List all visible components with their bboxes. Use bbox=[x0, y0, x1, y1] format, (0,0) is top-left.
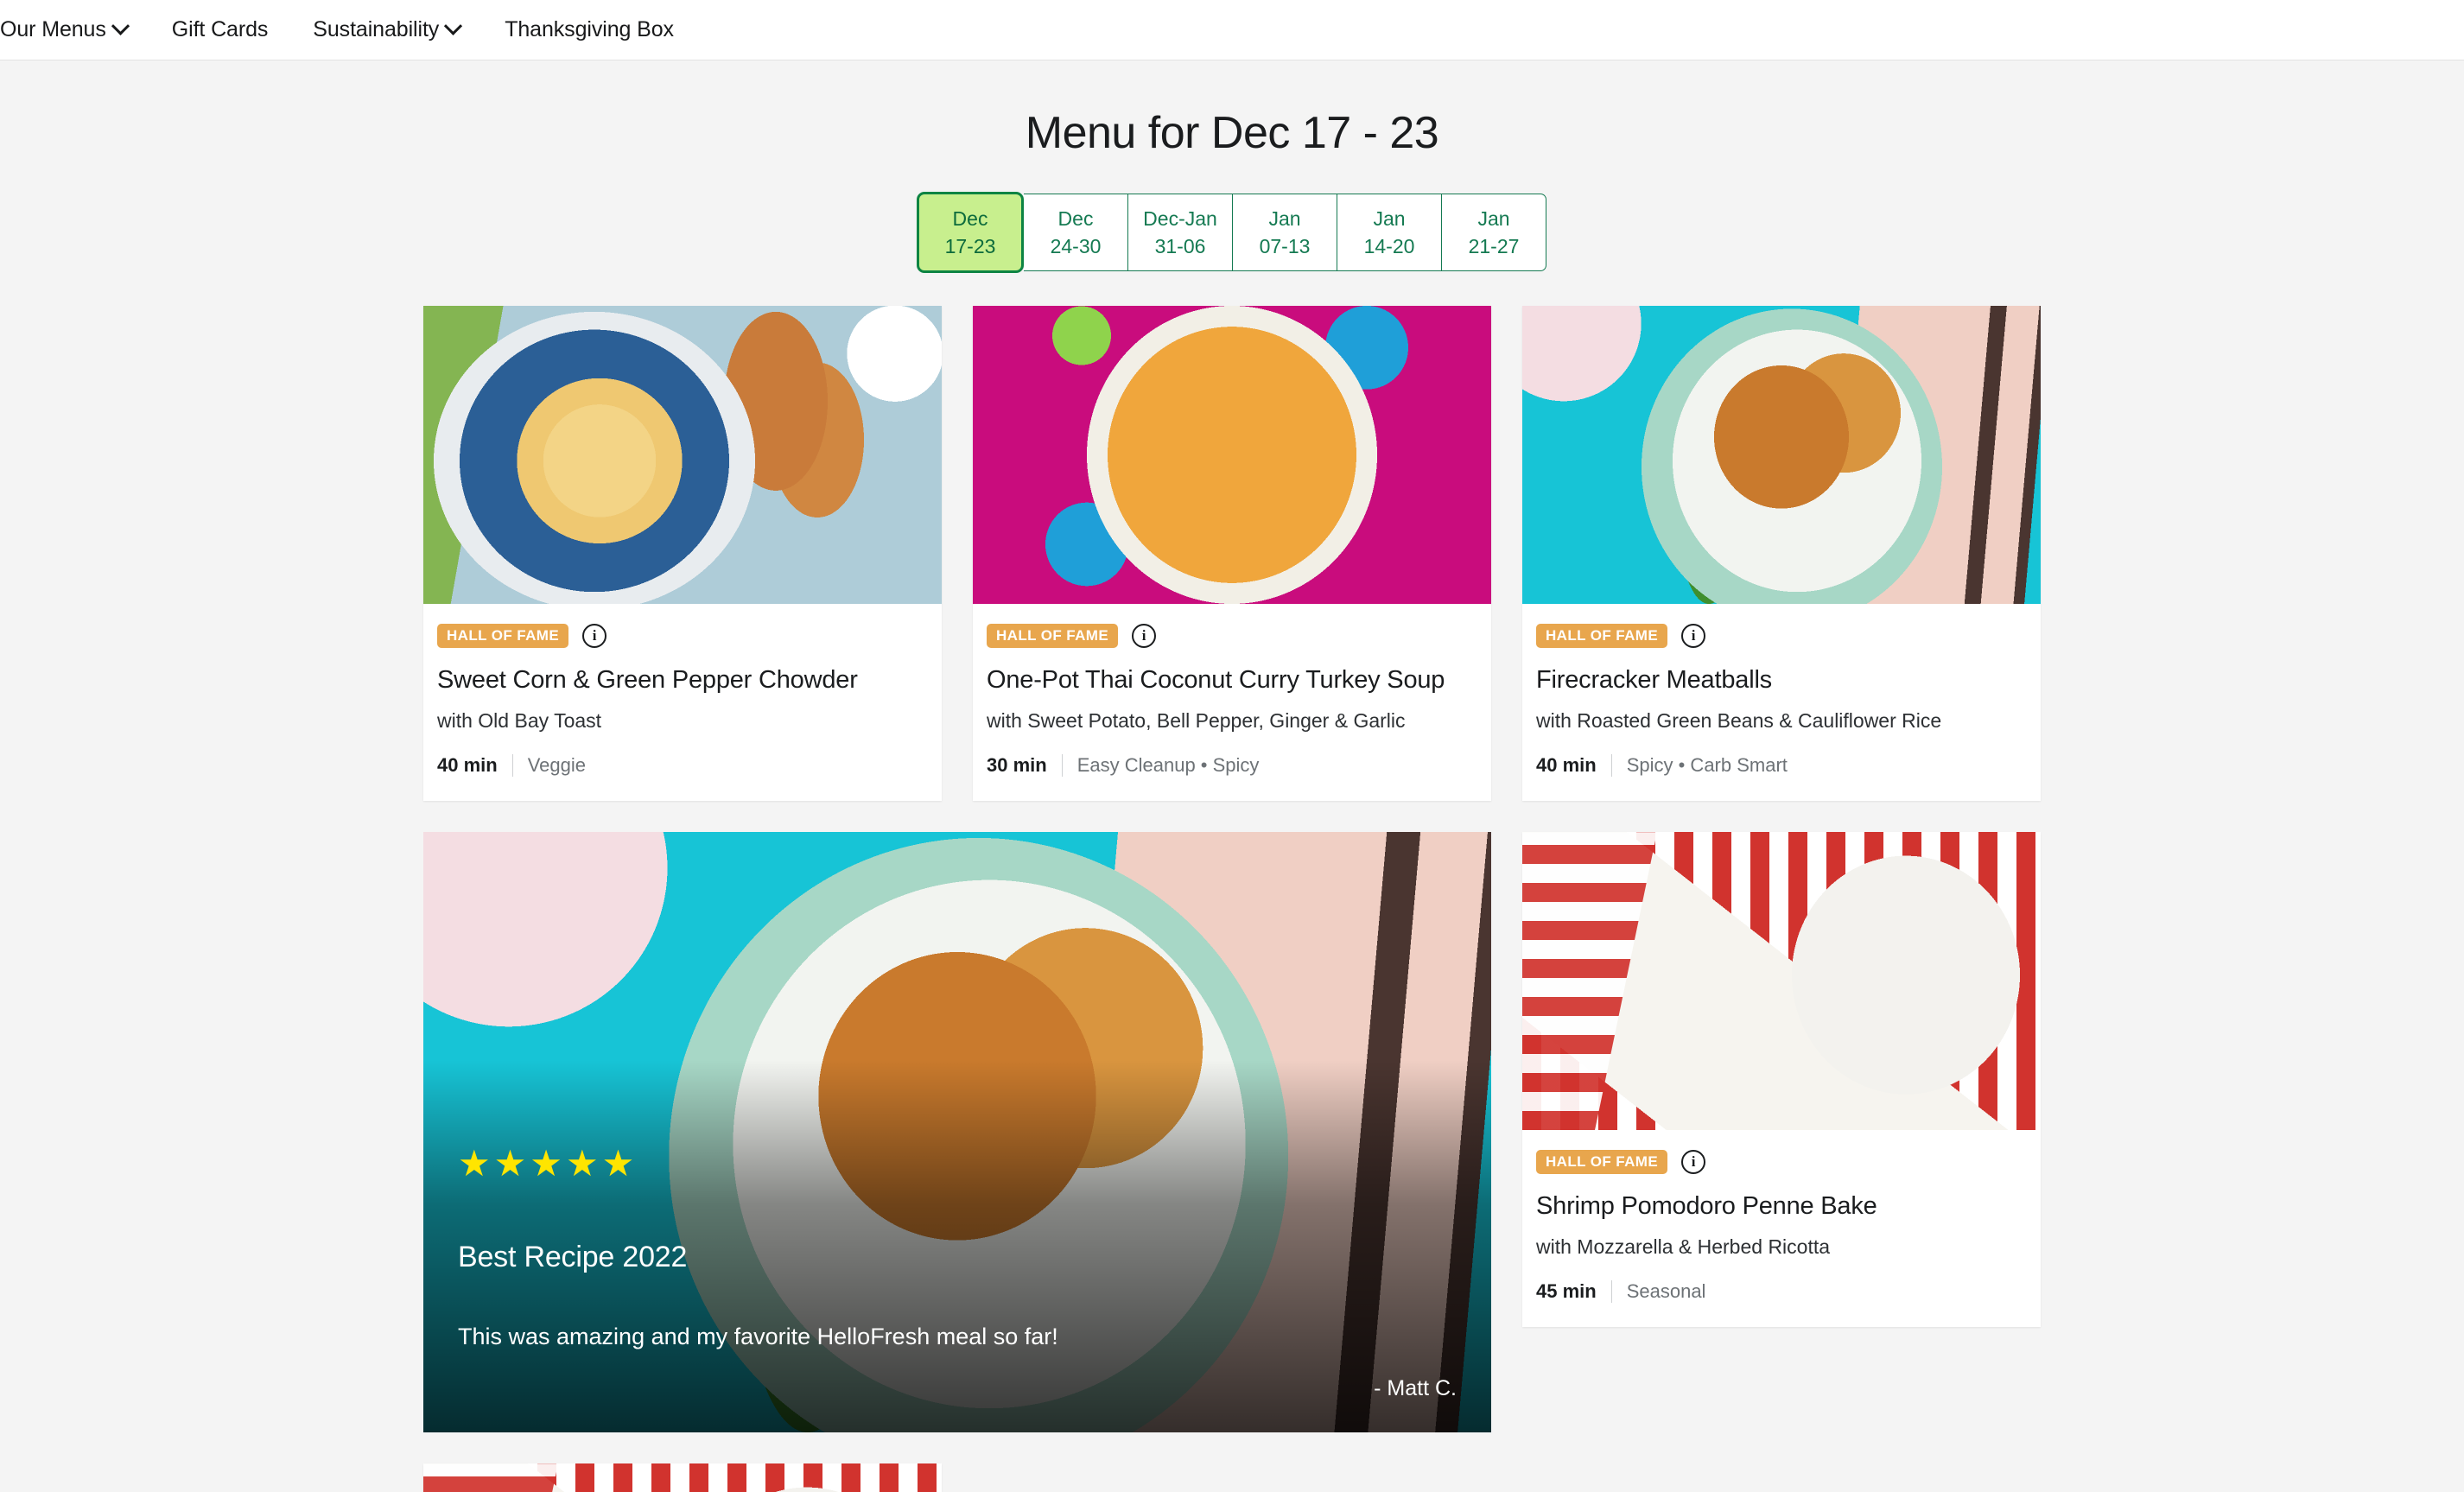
testimonial-quote: This was amazing and my favorite HelloFr… bbox=[458, 1323, 1457, 1350]
page-header: Menu for Dec 17 - 23 bbox=[0, 60, 2464, 158]
recipe-card[interactable]: HALL OF FAME i Sweet Corn & Green Pepper… bbox=[423, 306, 942, 801]
recipe-meta: 45 min Seasonal bbox=[1536, 1280, 1705, 1303]
week-tab-month: Jan bbox=[1373, 209, 1405, 229]
recipe-grid: HALL OF FAME i Sweet Corn & Green Pepper… bbox=[423, 271, 2041, 1492]
status-badge: HALL OF FAME bbox=[987, 624, 1118, 648]
meta-divider bbox=[1611, 1280, 1612, 1303]
nav-items: Our Menus Gift Cards Sustainability Than… bbox=[0, 17, 696, 42]
badge-row: HALL OF FAME i bbox=[987, 623, 1477, 649]
recipe-tags: Spicy • Carb Smart bbox=[1627, 754, 1788, 777]
week-tab-range: 07-13 bbox=[1260, 237, 1311, 257]
week-selector-wrapper: Dec 17-23 Dec 24-30 Dec-Jan 31-06 Jan 07… bbox=[0, 194, 2464, 271]
recipe-tags: Easy Cleanup • Spicy bbox=[1077, 754, 1260, 777]
top-navigation-bar: Our Menus Gift Cards Sustainability Than… bbox=[0, 0, 2464, 60]
page-title: Menu for Dec 17 - 23 bbox=[0, 109, 2464, 158]
recipe-card-body: HALL OF FAME i Sweet Corn & Green Pepper… bbox=[423, 604, 942, 801]
recipe-tags: Seasonal bbox=[1627, 1280, 1706, 1303]
week-tab-range: 17-23 bbox=[945, 237, 996, 257]
week-tab-jan-14-20[interactable]: Jan 14-20 bbox=[1337, 194, 1442, 271]
badge-row: HALL OF FAME i bbox=[1536, 1149, 2027, 1175]
recipe-card[interactable]: HALL OF FAME i Shrimp Pomodoro Penne Bak… bbox=[1522, 832, 2041, 1327]
recipe-image-meatballs bbox=[1522, 306, 2041, 604]
chevron-down-icon bbox=[111, 17, 130, 35]
testimonial-author: - Matt C. bbox=[458, 1376, 1457, 1401]
nav-item-sustainability[interactable]: Sustainability bbox=[290, 17, 482, 42]
badge-row: HALL OF FAME i bbox=[437, 623, 928, 649]
badge-row: HALL OF FAME i bbox=[1536, 623, 2027, 649]
status-badge: HALL OF FAME bbox=[1536, 1150, 1667, 1174]
chevron-down-icon bbox=[444, 17, 462, 35]
status-badge: HALL OF FAME bbox=[437, 624, 568, 648]
recipe-card-body: HALL OF FAME i Firecracker Meatballs wit… bbox=[1522, 604, 2041, 801]
info-icon[interactable]: i bbox=[1681, 624, 1705, 648]
recipe-meta: 30 min Easy Cleanup • Spicy bbox=[987, 754, 1259, 777]
week-tab-month: Jan bbox=[1268, 209, 1300, 229]
recipe-title: Sweet Corn & Green Pepper Chowder bbox=[437, 666, 928, 695]
week-tab-month: Dec bbox=[1058, 209, 1094, 229]
testimonial-heading: Best Recipe 2022 bbox=[458, 1241, 1457, 1274]
week-tab-month: Dec bbox=[953, 209, 988, 229]
testimonial-content: ★★★★★ Best Recipe 2022 This was amazing … bbox=[458, 1146, 1457, 1401]
week-tab-jan-21-27[interactable]: Jan 21-27 bbox=[1442, 194, 1546, 271]
recipe-subtitle: with Old Bay Toast bbox=[437, 709, 928, 733]
recipe-card[interactable]: HALL OF FAME i One-Pot Thai Coconut Curr… bbox=[973, 306, 1491, 801]
recipe-subtitle: with Mozzarella & Herbed Ricotta bbox=[1536, 1235, 2027, 1260]
recipe-subtitle: with Roasted Green Beans & Cauliflower R… bbox=[1536, 709, 2027, 733]
nav-item-our-menus[interactable]: Our Menus bbox=[0, 17, 149, 42]
week-tab-range: 24-30 bbox=[1051, 237, 1102, 257]
week-tab-jan-07-13[interactable]: Jan 07-13 bbox=[1233, 194, 1337, 271]
meta-divider bbox=[512, 754, 513, 777]
week-tab-range: 31-06 bbox=[1155, 237, 1206, 257]
recipe-time: 45 min bbox=[1536, 1280, 1597, 1303]
week-tab-dec-17-23[interactable]: Dec 17-23 bbox=[917, 192, 1024, 273]
nav-item-label: Gift Cards bbox=[172, 17, 269, 42]
status-badge: HALL OF FAME bbox=[1536, 624, 1667, 648]
recipe-image-curry bbox=[973, 306, 1491, 604]
info-icon[interactable]: i bbox=[1681, 1150, 1705, 1174]
nav-item-label: Our Menus bbox=[0, 17, 106, 42]
nav-item-gift-cards[interactable]: Gift Cards bbox=[149, 17, 291, 42]
recipe-card[interactable]: HALL OF FAME i Firecracker Meatballs wit… bbox=[1522, 306, 2041, 801]
week-tab-range: 21-27 bbox=[1469, 237, 1520, 257]
recipe-image-penne-bake bbox=[1522, 832, 2041, 1130]
meta-divider bbox=[1611, 754, 1612, 777]
recipe-image-penne-bake bbox=[423, 1463, 942, 1492]
recipe-title: Firecracker Meatballs bbox=[1536, 666, 2027, 695]
recipe-time: 40 min bbox=[1536, 754, 1597, 777]
nav-item-label: Thanksgiving Box bbox=[505, 17, 674, 42]
week-selector: Dec 17-23 Dec 24-30 Dec-Jan 31-06 Jan 07… bbox=[918, 194, 1546, 271]
recipe-card[interactable] bbox=[423, 1463, 942, 1492]
recipe-card-body: HALL OF FAME i One-Pot Thai Coconut Curr… bbox=[973, 604, 1491, 801]
recipe-time: 40 min bbox=[437, 754, 498, 777]
week-tab-month: Jan bbox=[1477, 209, 1509, 229]
week-tab-range: 14-20 bbox=[1364, 237, 1415, 257]
meta-divider bbox=[1062, 754, 1063, 777]
star-rating-icon: ★★★★★ bbox=[458, 1146, 1457, 1182]
nav-item-thanksgiving-box[interactable]: Thanksgiving Box bbox=[482, 17, 696, 42]
recipe-subtitle: with Sweet Potato, Bell Pepper, Ginger &… bbox=[987, 709, 1477, 733]
nav-item-label: Sustainability bbox=[313, 17, 439, 42]
week-tab-dec-24-30[interactable]: Dec 24-30 bbox=[1024, 194, 1128, 271]
week-tab-month: Dec-Jan bbox=[1143, 209, 1217, 229]
info-icon[interactable]: i bbox=[582, 624, 606, 648]
recipe-tags: Veggie bbox=[528, 754, 586, 777]
recipe-card-body: HALL OF FAME i Shrimp Pomodoro Penne Bak… bbox=[1522, 1130, 2041, 1327]
testimonial-card[interactable]: ★★★★★ Best Recipe 2022 This was amazing … bbox=[423, 832, 1491, 1432]
recipe-meta: 40 min Spicy • Carb Smart bbox=[1536, 754, 1788, 777]
recipe-meta: 40 min Veggie bbox=[437, 754, 586, 777]
info-icon[interactable]: i bbox=[1132, 624, 1156, 648]
recipe-title: Shrimp Pomodoro Penne Bake bbox=[1536, 1192, 2027, 1221]
recipe-time: 30 min bbox=[987, 754, 1047, 777]
week-tab-dec-jan-31-06[interactable]: Dec-Jan 31-06 bbox=[1128, 194, 1233, 271]
recipe-image-chowder bbox=[423, 306, 942, 604]
recipe-title: One-Pot Thai Coconut Curry Turkey Soup bbox=[987, 666, 1477, 695]
